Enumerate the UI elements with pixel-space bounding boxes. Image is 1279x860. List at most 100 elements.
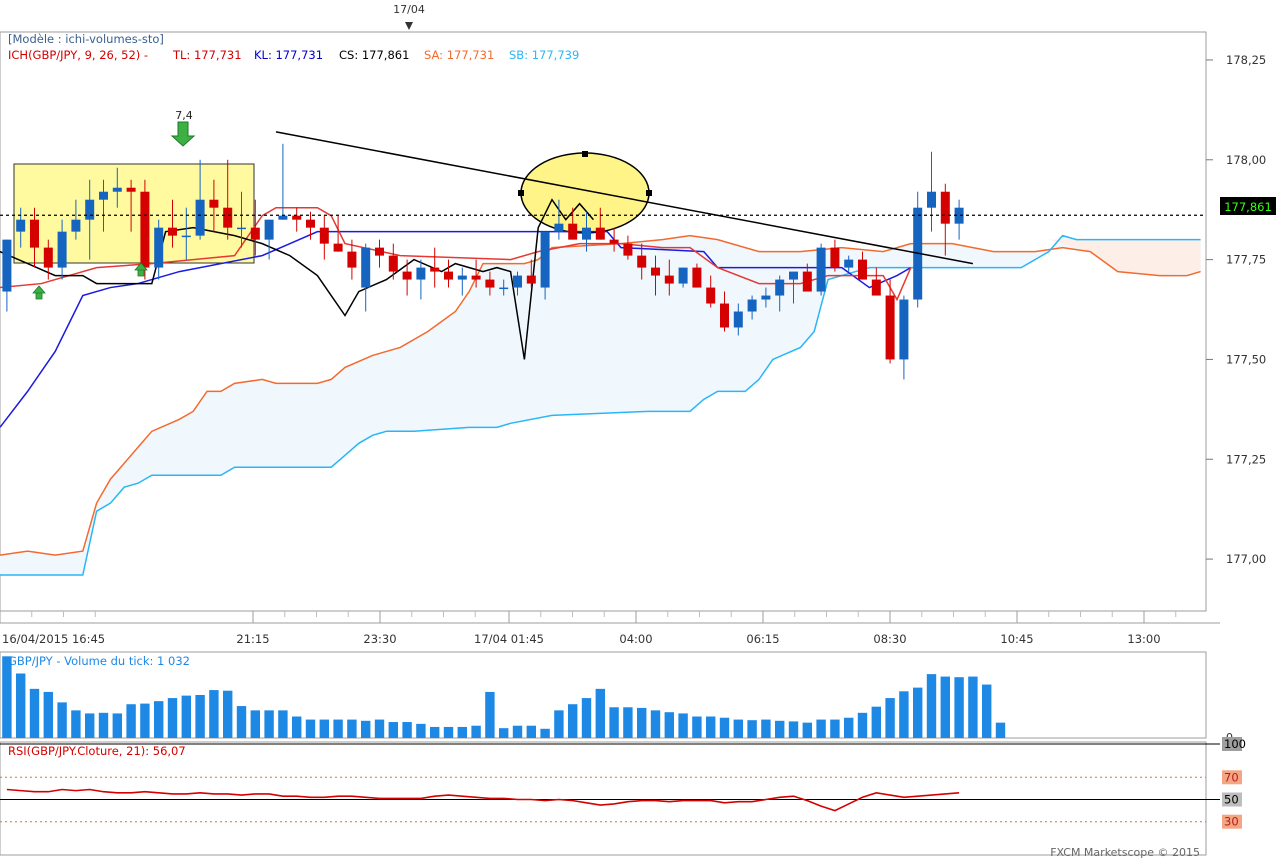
candle-body xyxy=(16,219,26,232)
candle-body xyxy=(526,275,536,284)
volume-bar xyxy=(747,720,757,738)
time-tick-label: 04:00 xyxy=(619,632,652,646)
volume-bar xyxy=(402,722,412,738)
volume-bar xyxy=(71,710,81,738)
candle-body xyxy=(789,271,798,280)
candle-body xyxy=(651,267,660,276)
candle-body xyxy=(430,267,440,272)
volume-bar xyxy=(181,695,191,738)
rsi-panel-frame xyxy=(0,741,1207,856)
rsi-panel[interactable]: RSI(GBP/JPY.Cloture, 21): 56,07 100 70 50 3… xyxy=(0,737,1246,856)
volume-bar xyxy=(43,691,53,738)
candle-body xyxy=(775,279,785,296)
volume-bar xyxy=(926,674,937,738)
candle-body xyxy=(457,275,467,280)
candle-body xyxy=(940,191,950,224)
current-price-tag: 177,861 xyxy=(1220,197,1276,215)
volume-bar xyxy=(512,725,523,738)
candle-body xyxy=(858,259,867,280)
footer-brand: FXCM Marketscope © 2015 xyxy=(1050,846,1200,859)
ellipse-handle-top[interactable] xyxy=(582,151,588,157)
candle-body xyxy=(816,247,826,292)
price-panel[interactable]: 7,4 [Modèle : ichi-volumes-sto] ICH(GBP/… xyxy=(0,31,1207,612)
volume-bar xyxy=(581,698,592,738)
candle-body xyxy=(885,295,895,360)
candle-body xyxy=(706,287,716,304)
candle-body xyxy=(513,275,522,288)
volume-bar xyxy=(430,726,440,738)
volume-bar xyxy=(443,726,454,738)
price-tick-label: 177,75 xyxy=(1226,253,1266,267)
volume-bar xyxy=(830,719,840,738)
price-tick-label: 177,50 xyxy=(1226,352,1266,366)
price-axis[interactable]: 178,25 178,00 177,75 177,50 177,25 177,00 xyxy=(1206,53,1266,566)
candle-body xyxy=(99,191,108,200)
kijun-value: KL: 177,731 xyxy=(254,48,323,62)
candle-body xyxy=(416,267,426,280)
candle-body xyxy=(899,299,909,360)
candle-body xyxy=(568,223,578,240)
volume-bar xyxy=(568,704,578,738)
volume-bar xyxy=(388,722,398,738)
candle-body xyxy=(761,295,771,300)
volume-bar xyxy=(333,719,343,738)
candle-body xyxy=(747,299,757,312)
candle-body xyxy=(375,247,384,256)
top-date-marker: 17/04 xyxy=(393,3,425,30)
rsi-axis: 100 70 50 30 xyxy=(1222,737,1246,829)
volume-bar xyxy=(526,725,536,738)
price-tick-label: 178,00 xyxy=(1226,153,1266,167)
volume-bar xyxy=(347,719,357,738)
volume-bar xyxy=(264,710,274,738)
volume-bar xyxy=(650,710,661,738)
volume-bar xyxy=(719,717,730,738)
time-tick-label: 16/04/2015 16:45 xyxy=(2,632,105,646)
trading-chart[interactable]: 7,4 [Modèle : ichi-volumes-sto] ICH(GBP/… xyxy=(0,0,1279,860)
volume-bar xyxy=(16,673,26,738)
volume-bar xyxy=(857,712,868,738)
candle-body xyxy=(609,239,619,244)
volume-bar xyxy=(416,723,426,738)
candle-body xyxy=(237,227,246,230)
volume-bar xyxy=(305,719,316,738)
volume-bar xyxy=(471,725,481,738)
volume-bar xyxy=(982,684,992,738)
rsi-tick-label: 30 xyxy=(1224,815,1239,829)
volume-bar xyxy=(761,719,771,738)
volume-title: GBP/JPY - Volume du tick: 1 032 xyxy=(8,654,190,668)
volume-bar xyxy=(126,704,136,738)
volume-bar xyxy=(236,706,247,738)
volume-bar xyxy=(292,716,302,738)
candle-body xyxy=(112,187,122,192)
ellipse-handle-right[interactable] xyxy=(646,190,652,196)
candle-body xyxy=(223,207,233,228)
volume-bar xyxy=(871,706,881,738)
senkou-a-value: SA: 177,731 xyxy=(424,48,494,62)
candle-body xyxy=(678,267,688,284)
rsi-tick-label: 70 xyxy=(1224,770,1239,784)
candle-body xyxy=(871,279,881,296)
rsi-title: RSI(GBP/JPY.Cloture, 21): 56,07 xyxy=(8,744,186,758)
candle-body xyxy=(471,275,481,280)
candle-body xyxy=(830,247,840,268)
price-tick-label: 177,00 xyxy=(1226,552,1266,566)
volume-bar xyxy=(678,713,688,738)
volume-bar xyxy=(706,716,716,738)
volume-bar xyxy=(57,702,67,738)
volume-panel[interactable]: GBP/JPY - Volume du tick: 1 032 0 xyxy=(0,651,1233,744)
volume-bar xyxy=(209,690,219,738)
time-axis[interactable]: 16/04/2015 16:45 21:15 23:30 17/04 01:45 04:… xyxy=(0,611,1220,646)
candle-body xyxy=(71,219,81,232)
volume-bar xyxy=(595,688,605,738)
candle-body xyxy=(306,219,315,228)
volume-bar xyxy=(802,722,812,738)
arrow-signal-label: 7,4 xyxy=(175,109,193,122)
volume-bar xyxy=(195,695,205,738)
highlight-ellipse[interactable] xyxy=(520,152,650,234)
candle-body xyxy=(140,191,150,268)
candle-body xyxy=(595,227,605,240)
time-tick-label: 13:00 xyxy=(1127,632,1160,646)
candle-body xyxy=(927,191,936,208)
ellipse-handle-left[interactable] xyxy=(518,190,524,196)
volume-bar xyxy=(361,720,371,738)
